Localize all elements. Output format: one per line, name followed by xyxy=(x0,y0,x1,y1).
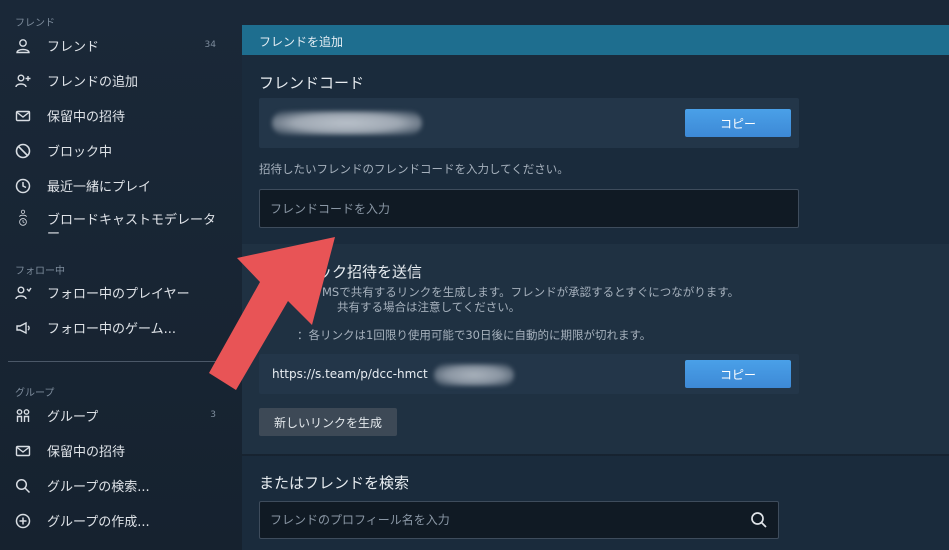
search-icon[interactable] xyxy=(749,510,769,530)
quick-invite-warning: 共有する場合は注意してください。 xyxy=(337,300,521,314)
friend-code-instruction: 招待したいフレンドのフレンドコードを入力してください。 xyxy=(259,162,569,176)
sidebar-item-following-games[interactable]: フォロー中のゲーム... xyxy=(0,312,236,342)
quick-invite-description: MSで共有するリンクを生成します。フレンドが承認するとすぐにつながります。 xyxy=(322,285,740,299)
sidebar-item-add-friend[interactable]: フレンドの追加 xyxy=(0,65,236,95)
sidebar-item-label: 最近一緒にプレイ xyxy=(47,179,152,195)
sidebar-item-label: グループ xyxy=(47,409,99,425)
page-title: フレンドを追加 xyxy=(259,35,344,49)
quick-invite-title: ック招待を送信 xyxy=(317,263,423,281)
megaphone-icon xyxy=(14,319,32,337)
sidebar-item-following-players[interactable]: フォロー中のプレイヤー xyxy=(0,277,236,307)
sidebar-item-label: グループの作成... xyxy=(47,514,150,530)
sidebar-item-broadcast-moderators[interactable]: ブロードキャストモデレータ ー xyxy=(0,205,236,245)
sidebar-item-label: ブロードキャストモデレータ xyxy=(47,213,217,228)
sidebar-divider xyxy=(8,361,232,362)
sidebar-item-group-create[interactable]: グループの作成... xyxy=(0,505,236,535)
main-panel: フレンドを追加 フレンドコード コピー 招待したいフレンドのフレンドコードを入力… xyxy=(242,0,949,550)
sidebar-item-label: フレンドの追加 xyxy=(47,74,139,90)
sidebar-item-label: フレンド xyxy=(47,39,100,55)
person-follow-icon xyxy=(14,284,32,302)
quick-invite-note: ：各リンクは1回限り使用可能で30日後に自動的に期限が切れます。 xyxy=(297,328,652,342)
person-add-icon xyxy=(14,72,32,90)
invite-link: https://s.team/p/dcc-hmct xyxy=(272,367,428,381)
plus-circle-icon xyxy=(14,512,32,530)
envelope-icon xyxy=(14,107,32,125)
sidebar-item-blocked[interactable]: ブロック中 xyxy=(0,135,236,165)
groups-section-label: グループ xyxy=(15,388,55,399)
friend-code-box: コピー xyxy=(259,98,799,148)
search-icon xyxy=(14,477,32,495)
copy-friend-code-button[interactable]: コピー xyxy=(685,109,791,137)
clock-icon xyxy=(14,177,32,195)
invite-link-box: https://s.team/p/dcc-hmct コピー xyxy=(259,354,799,394)
person-clock-icon xyxy=(14,209,32,241)
following-section-label: フォロー中 xyxy=(15,266,65,277)
copy-invite-link-button[interactable]: コピー xyxy=(685,360,791,388)
sidebar-item-friends[interactable]: フレンド 34 xyxy=(0,30,236,60)
friend-code-title: フレンドコード xyxy=(259,74,365,92)
generate-new-link-button[interactable]: 新しいリンクを生成 xyxy=(259,408,397,436)
sidebar-item-group-pending-invites[interactable]: 保留中の招待 xyxy=(0,435,236,465)
sidebar-item-label: フォロー中のプレイヤー xyxy=(47,286,190,302)
friend-search-box xyxy=(259,501,779,539)
friend-search-title: またはフレンドを検索 xyxy=(259,474,410,492)
page-header: フレンドを追加 xyxy=(242,25,949,55)
envelope-icon xyxy=(14,442,32,460)
sidebar-item-label: 保留中の招待 xyxy=(47,109,126,125)
sidebar-item-pending-invites[interactable]: 保留中の招待 xyxy=(0,100,236,130)
sidebar: フレンド フレンド 34 フレンドの追加 保留中の招待 ブロック中 最近一緒にプ… xyxy=(0,0,236,550)
friend-search-input[interactable] xyxy=(259,501,779,539)
quick-invite-section: ック招待を送信 MSで共有するリンクを生成します。フレンドが承認するとすぐにつな… xyxy=(242,244,949,454)
friends-count: 34 xyxy=(204,40,216,50)
sidebar-item-label: ブロック中 xyxy=(47,144,113,160)
group-icon xyxy=(14,407,32,425)
blurred-link-suffix xyxy=(434,364,514,386)
sidebar-item-group-search[interactable]: グループの検索... xyxy=(0,470,236,500)
friend-code-input[interactable] xyxy=(259,189,799,228)
sidebar-item-label: フォロー中のゲーム... xyxy=(47,321,177,337)
blurred-friend-code xyxy=(272,111,422,135)
friends-section-label: フレンド xyxy=(15,18,55,29)
sidebar-item-label-continued: ー xyxy=(47,227,61,242)
block-icon xyxy=(14,142,32,160)
person-icon xyxy=(14,37,32,55)
sidebar-item-recent-played[interactable]: 最近一緒にプレイ xyxy=(0,170,236,200)
sidebar-item-label: 保留中の招待 xyxy=(47,444,126,460)
friend-code-section: フレンドコード コピー 招待したいフレンドのフレンドコードを入力してください。 xyxy=(242,55,949,244)
friend-search-section: またはフレンドを検索 xyxy=(242,456,949,550)
groups-count: 3 xyxy=(210,410,216,420)
sidebar-item-groups[interactable]: グループ 3 xyxy=(0,400,236,430)
sidebar-item-label: グループの検索... xyxy=(47,479,150,495)
